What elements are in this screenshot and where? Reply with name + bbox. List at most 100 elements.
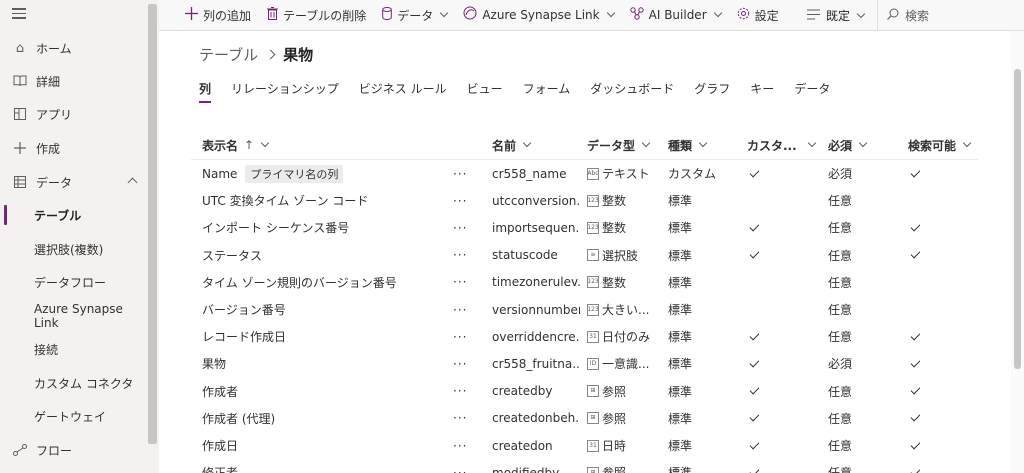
- tab-data[interactable]: データ: [794, 80, 830, 97]
- row-more-options-button[interactable]: ···: [453, 269, 467, 296]
- table-row[interactable]: レコード作成日 ··· overriddencre... 31 日付のみ 標準 任意: [191, 323, 978, 350]
- column-header-display-name[interactable]: 表示名 ↑: [202, 130, 270, 160]
- tab-keys[interactable]: キー: [750, 80, 774, 97]
- sidebar-item-flows[interactable]: フロー: [0, 435, 146, 465]
- search-box[interactable]: 検索: [887, 0, 1017, 31]
- display-name-text: ステータス: [202, 248, 263, 263]
- ai-builder-button[interactable]: AI Builder: [622, 0, 729, 31]
- table-row[interactable]: 修正者···modifiedby⊞参照標準任意: [191, 459, 978, 473]
- row-more-options-button[interactable]: ···: [453, 350, 467, 377]
- view-selector[interactable]: 既定: [807, 0, 866, 31]
- sidebar-item-label: ゲートウェイ: [34, 409, 107, 424]
- row-more-options-button[interactable]: ···: [453, 187, 467, 214]
- cell-display-name[interactable]: UTC 変換タイム ゾーン コード: [202, 187, 368, 214]
- scrollbar-thumb[interactable]: [1014, 69, 1021, 369]
- cell-display-name[interactable]: 作成日: [202, 432, 238, 459]
- sidebar-item-create[interactable]: 作成: [0, 133, 146, 163]
- cell-display-name[interactable]: ステータス: [202, 242, 262, 269]
- cell-display-name[interactable]: タイム ゾーン規則のバージョン番号: [202, 269, 397, 296]
- row-more-options-button[interactable]: ···: [453, 405, 467, 432]
- chevron-right-icon: [265, 49, 276, 59]
- delete-table-button[interactable]: テーブルの削除: [259, 0, 374, 31]
- tab-charts[interactable]: グラフ: [694, 80, 730, 97]
- table-row[interactable]: ステータス ··· statuscode ≡ 選択肢 標準 任意: [191, 242, 978, 269]
- column-header-name[interactable]: 名前: [492, 130, 532, 160]
- header-label: 名前: [492, 138, 517, 153]
- tab-bar: 列 リレーションシップ ビジネス ルール ビュー フォーム ダッシュボード グラ…: [199, 78, 850, 103]
- settings-button[interactable]: 設定: [729, 0, 787, 31]
- table-row[interactable]: インポート シーケンス番号 ··· importsequen... 123 整数 標準 任意: [191, 214, 978, 241]
- sidebar-scrollbar[interactable]: [146, 0, 159, 473]
- checkmark-icon: [910, 384, 920, 395]
- sidebar-item-learn[interactable]: 詳細: [0, 66, 146, 96]
- sidebar-item-choices[interactable]: 選択肢(複数): [0, 234, 146, 264]
- add-column-button[interactable]: 列の追加: [159, 0, 259, 31]
- row-more-options-button[interactable]: ···: [453, 160, 467, 187]
- tab-forms[interactable]: フォーム: [523, 80, 571, 97]
- hamburger-menu-icon[interactable]: [12, 8, 26, 20]
- sidebar-item-dataflows[interactable]: データフロー: [0, 267, 146, 297]
- row-more-options-button[interactable]: ···: [453, 323, 467, 350]
- tab-views[interactable]: ビュー: [467, 80, 503, 97]
- sidebar-item-connections[interactable]: 接続: [0, 334, 146, 364]
- azure-synapse-link-button[interactable]: Azure Synapse Link: [455, 0, 621, 31]
- sidebar-item-label: 詳細: [36, 74, 61, 89]
- cell-display-name[interactable]: 果物: [202, 350, 226, 377]
- cell-name: createdonbeh...: [492, 405, 580, 432]
- schema-name-text: cr558_name: [492, 166, 567, 181]
- column-header-searchable[interactable]: 検索可能: [908, 130, 972, 160]
- sidebar-item-custom-connectors[interactable]: カスタム コネクタ: [0, 368, 146, 398]
- data-type-text: 参照: [602, 464, 626, 473]
- sidebar-item-azure-synapse-link[interactable]: Azure Synapse Link: [0, 301, 146, 331]
- chevron-down-icon: [440, 8, 449, 18]
- cell-display-name[interactable]: 作成者: [202, 378, 238, 405]
- main-scrollbar[interactable]: [1011, 31, 1024, 473]
- cell-display-name[interactable]: バージョン番号: [202, 296, 286, 323]
- cell-type: 標準: [668, 350, 692, 377]
- sidebar-item-home[interactable]: ⌂ ホーム: [0, 33, 146, 63]
- table-row[interactable]: 作成者 (代理) ··· createdonbeh... ⊞ 参照 標準 任意: [191, 405, 978, 432]
- display-name-text: UTC 変換タイム ゾーン コード: [202, 194, 369, 209]
- table-row[interactable]: 作成日 ··· createdon 31 日時 標準 任意: [191, 432, 978, 459]
- column-header-type[interactable]: 種類: [668, 130, 708, 160]
- sidebar-item-data[interactable]: データ: [0, 167, 146, 197]
- table-row[interactable]: Name プライマリ名の列 ··· cr558_name Abc テキスト カスタム 必須: [191, 160, 978, 187]
- column-header-custom[interactable]: カスタ...: [747, 130, 816, 160]
- table-row[interactable]: 作成者 ··· createdby ⊞ 参照 標準 任意: [191, 378, 978, 405]
- cell-display-name[interactable]: Name プライマリ名の列: [202, 160, 344, 187]
- row-more-options-button[interactable]: ···: [453, 296, 467, 323]
- table-row[interactable]: 果物 ··· cr558_fruitna... ID 一意識... 標準 必須: [191, 350, 978, 377]
- data-menu-button[interactable]: データ: [374, 0, 455, 31]
- cell-display-name[interactable]: レコード作成日: [202, 323, 286, 350]
- chevron-up-icon[interactable]: [127, 177, 138, 188]
- required-text: 必須: [828, 167, 853, 181]
- scrollbar-thumb[interactable]: [148, 4, 157, 444]
- row-more-options-button[interactable]: ···: [453, 378, 467, 405]
- type-text: 標準: [668, 357, 693, 372]
- sidebar-item-gateways[interactable]: ゲートウェイ: [0, 401, 146, 431]
- sidebar-item-tables[interactable]: テーブル: [0, 200, 146, 230]
- cell-type: 標準: [668, 378, 692, 405]
- tab-dashboards[interactable]: ダッシュボード: [590, 80, 674, 97]
- tab-relationships[interactable]: リレーションシップ: [231, 80, 339, 97]
- table-row[interactable]: タイム ゾーン規則のバージョン番号 ··· timezonerulev... 123 整…: [191, 269, 978, 296]
- cell-display-name[interactable]: 修正者: [202, 459, 238, 473]
- cell-display-name[interactable]: インポート シーケンス番号: [202, 214, 349, 241]
- row-more-options-button[interactable]: ···: [453, 242, 467, 269]
- row-more-options-button[interactable]: ···: [453, 214, 467, 241]
- column-header-required[interactable]: 必須: [828, 130, 868, 160]
- type-text: カスタム: [668, 167, 717, 181]
- breadcrumb-tables-link[interactable]: テーブル: [199, 44, 258, 65]
- table-row[interactable]: バージョン番号 ··· versionnumber 123 大きい... 標準 任意: [191, 296, 978, 323]
- sidebar-item-apps[interactable]: アプリ: [0, 99, 146, 129]
- tab-business-rules[interactable]: ビジネス ルール: [359, 80, 447, 97]
- cell-data-type: 123 大きい...: [587, 296, 659, 323]
- row-more-options-button[interactable]: ···: [453, 459, 467, 473]
- type-text: 標準: [668, 221, 693, 236]
- cell-display-name[interactable]: 作成者 (代理): [202, 405, 275, 432]
- tab-columns[interactable]: 列: [199, 80, 212, 103]
- column-header-data-type[interactable]: データ型: [587, 130, 651, 160]
- row-more-options-button[interactable]: ···: [453, 432, 467, 459]
- table-row[interactable]: UTC 変換タイム ゾーン コード ··· utcconversion... 123 整…: [191, 187, 978, 214]
- required-text: 任意: [828, 464, 852, 473]
